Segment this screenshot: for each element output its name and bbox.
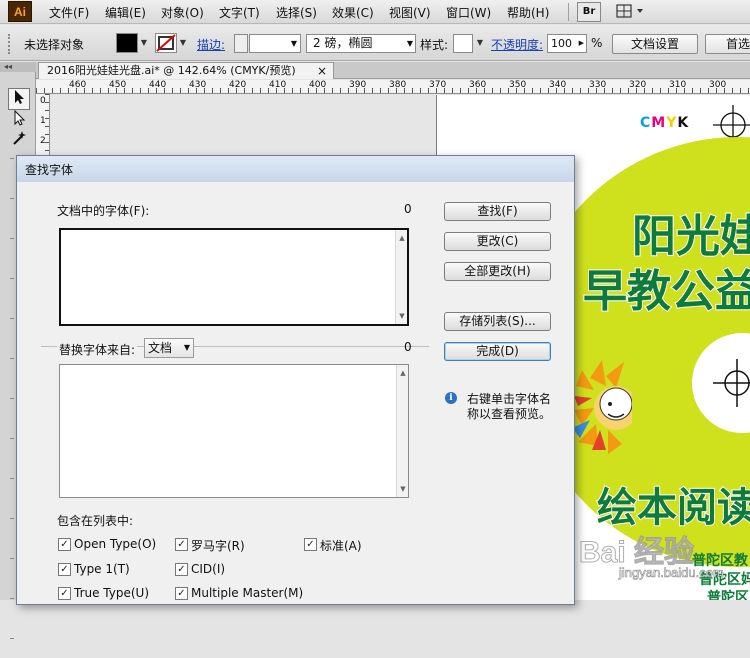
menu-select[interactable]: 选择(S) xyxy=(276,4,317,21)
standard-label: 标准(A) xyxy=(320,539,362,553)
stroke-color-swatch[interactable] xyxy=(155,33,177,53)
opacity-unit: % xyxy=(591,36,603,50)
selection-tool-icon[interactable] xyxy=(8,88,30,110)
document-fonts-count: 0 xyxy=(404,202,412,216)
stroke-weight-link[interactable]: 描边: xyxy=(197,36,225,53)
document-tab-title: 2016阳光娃娃光盘.ai* @ 142.64% (CMYK/预览) xyxy=(47,64,296,77)
panel-grip[interactable] xyxy=(8,34,12,54)
selection-status: 未选择对象 xyxy=(24,38,85,52)
cid-checkbox[interactable]: ✓ xyxy=(175,563,188,576)
scroll-up-icon[interactable]: ▲ xyxy=(397,367,409,379)
stroke-weight-field[interactable]: ▼ xyxy=(249,34,301,53)
stroke-weight-dropdown-icon[interactable]: ▼ xyxy=(291,35,297,53)
control-bar: 未选择对象 ▼ ▼ 描边: ▼ 2 磅，椭圆 ▼ 样式: ▼ 不透明度: 100… xyxy=(0,25,750,61)
scroll-down-icon[interactable]: ▼ xyxy=(397,483,409,495)
replace-from-select[interactable]: 文档 ▼ xyxy=(144,338,194,358)
document-fonts-scrollbar[interactable]: ▲ ▼ xyxy=(395,230,407,324)
replacement-fonts-list[interactable]: ▲ ▼ xyxy=(59,364,409,498)
cmyk-mark: CMYK xyxy=(640,115,690,131)
preferences-button[interactable]: 首选 xyxy=(705,34,750,54)
opacity-dropdown-icon[interactable]: ▶ xyxy=(579,35,584,52)
fill-color-swatch[interactable] xyxy=(116,33,138,53)
arrange-grid-icon xyxy=(616,4,643,18)
brush-definition-value: 2 磅，椭圆 xyxy=(313,36,373,50)
menu-effect[interactable]: 效果(C) xyxy=(332,4,374,21)
menu-bar: Ai 文件(F) 编辑(E) 对象(O) 文字(T) 选择(S) 效果(C) 视… xyxy=(0,0,750,24)
find-button[interactable]: 查找(F) xyxy=(444,202,551,221)
opacity-field[interactable]: 100 ▶ xyxy=(547,34,587,53)
include-in-list-label: 包含在列表中: xyxy=(57,514,134,528)
opacity-link[interactable]: 不透明度: xyxy=(491,36,543,53)
menu-type[interactable]: 文字(T) xyxy=(219,4,260,21)
close-tab-icon[interactable]: × xyxy=(317,63,327,79)
menu-window[interactable]: 窗口(W) xyxy=(446,4,491,21)
opentype-checkbox[interactable]: ✓ xyxy=(58,538,71,551)
document-setup-button[interactable]: 文档设置 xyxy=(612,34,698,54)
menu-divider xyxy=(568,3,569,21)
replace-from-label: 替换字体来自: xyxy=(57,341,138,358)
tools-panel-collapse-icon[interactable]: ◂◂ xyxy=(0,62,36,72)
style-label: 样式: xyxy=(420,38,449,52)
bridge-button[interactable]: Br xyxy=(577,2,601,22)
brush-definition-field[interactable]: 2 磅，椭圆 ▼ xyxy=(306,34,416,53)
info-icon: i xyxy=(445,392,457,404)
style-dropdown-icon[interactable]: ▼ xyxy=(475,34,485,52)
tools-strip xyxy=(10,158,14,658)
change-button[interactable]: 更改(C) xyxy=(444,232,551,251)
app-logo: Ai xyxy=(8,1,32,22)
replacement-fonts-scrollbar[interactable]: ▲ ▼ xyxy=(396,365,408,497)
menu-edit[interactable]: 编辑(E) xyxy=(105,4,146,21)
replace-fonts-count: 0 xyxy=(404,340,412,354)
center-crosshair-icon xyxy=(713,359,750,407)
document-fonts-label: 文档中的字体(F): xyxy=(57,204,150,218)
scroll-up-icon[interactable]: ▲ xyxy=(396,232,408,244)
find-font-dialog: 查找字体 文档中的字体(F): 0 ▲ ▼ 替换字体来自: 文档 ▼ 0 ▲ ▼… xyxy=(16,155,575,605)
replace-from-value: 文档 xyxy=(148,341,173,355)
roman-checkbox[interactable]: ✓ xyxy=(175,538,188,551)
graphic-style-swatch[interactable] xyxy=(453,34,473,53)
magic-wand-tool-icon[interactable] xyxy=(8,130,30,152)
stroke-dropdown-icon[interactable]: ▼ xyxy=(178,34,188,52)
opentype-label: Open Type(O) xyxy=(74,537,157,551)
bridge-label: Br xyxy=(582,6,596,17)
horizontal-ruler[interactable]: 460 450 440 430 420 410 400 390 380 370 … xyxy=(36,80,750,94)
dialog-title: 查找字体 xyxy=(25,163,74,177)
scroll-down-icon[interactable]: ▼ xyxy=(396,310,408,322)
direct-selection-tool-icon[interactable] xyxy=(8,109,30,132)
sun-character-illustration xyxy=(572,360,632,454)
artwork-footer-line: 普陀区 xyxy=(707,590,749,600)
document-tab[interactable]: 2016阳光娃娃光盘.ai* @ 142.64% (CMYK/预览) × xyxy=(38,62,334,79)
cid-label: CID(I) xyxy=(191,562,226,576)
dialog-title-bar[interactable]: 查找字体 xyxy=(17,156,574,182)
artwork-title-line2: 早教公益 xyxy=(582,265,750,318)
brush-dropdown-icon[interactable]: ▼ xyxy=(407,35,413,52)
type1-checkbox[interactable]: ✓ xyxy=(58,563,71,576)
ruler-ticks xyxy=(36,88,750,93)
done-button[interactable]: 完成(D) xyxy=(444,342,551,361)
baidu-watermark-url: jingyan.baidu.com xyxy=(619,565,724,581)
save-list-button[interactable]: 存储列表(S)... xyxy=(444,312,551,331)
menu-object[interactable]: 对象(O) xyxy=(161,4,204,21)
truetype-label: True Type(U) xyxy=(74,586,150,600)
document-fonts-list[interactable]: ▲ ▼ xyxy=(59,228,409,326)
fill-dropdown-icon[interactable]: ▼ xyxy=(139,34,149,52)
roman-label: 罗马字(R) xyxy=(191,539,245,553)
type1-label: Type 1(T) xyxy=(74,562,130,576)
change-all-button[interactable]: 全部更改(H) xyxy=(444,262,551,281)
menu-help[interactable]: 帮助(H) xyxy=(507,4,549,21)
chevron-down-icon: ▼ xyxy=(183,343,190,352)
document-tab-bar: 2016阳光娃娃光盘.ai* @ 142.64% (CMYK/预览) × xyxy=(36,62,750,79)
none-stroke-icon xyxy=(156,34,176,52)
multiple-master-label: Multiple Master(M) xyxy=(191,586,304,600)
multiple-master-checkbox[interactable]: ✓ xyxy=(175,587,188,600)
menu-file[interactable]: 文件(F) xyxy=(49,4,89,21)
opacity-value: 100 xyxy=(551,37,572,50)
truetype-checkbox[interactable]: ✓ xyxy=(58,587,71,600)
artwork-subtitle: 绘本阅读 xyxy=(596,484,750,532)
stroke-weight-stepper[interactable] xyxy=(234,34,248,53)
menu-view[interactable]: 视图(V) xyxy=(389,4,431,21)
hint-text-line2: 称以查看预览。 xyxy=(467,407,552,421)
standard-checkbox[interactable]: ✓ xyxy=(304,538,317,551)
arrange-documents-button[interactable] xyxy=(612,2,648,22)
